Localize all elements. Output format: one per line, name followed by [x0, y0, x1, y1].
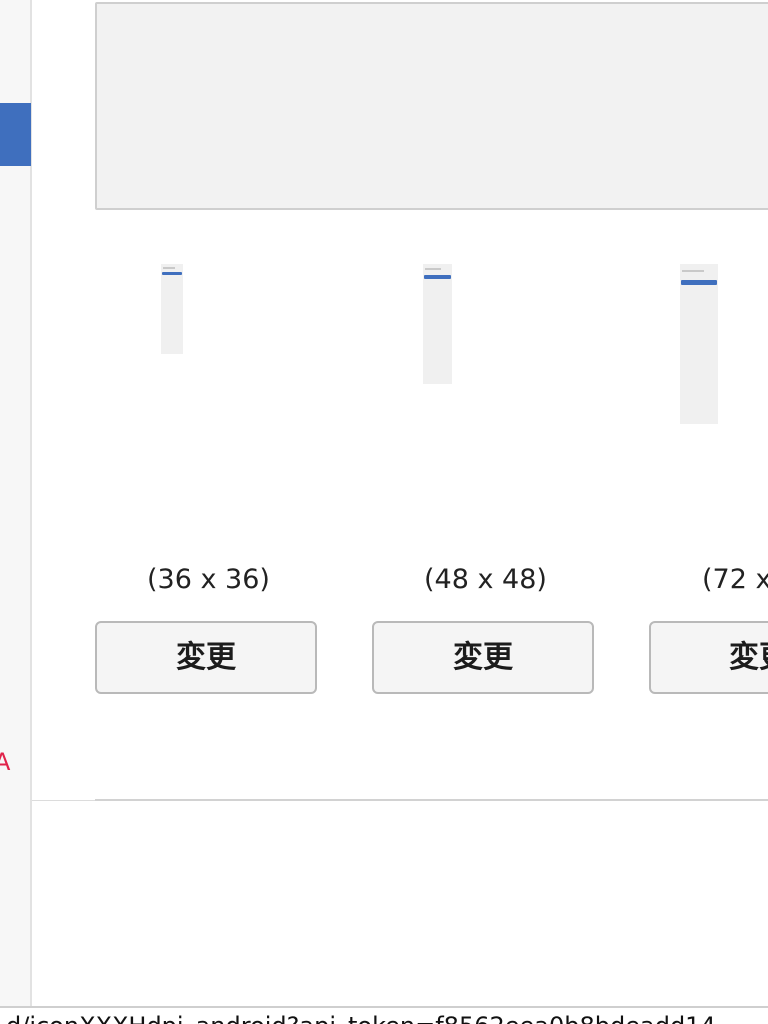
thumbnail-header-bar: [424, 275, 451, 279]
sidebar-partial-mark: A: [0, 748, 11, 776]
icon-thumbnail-48: [423, 264, 452, 384]
section-divider: [95, 799, 768, 801]
thumbnail-text-line: [425, 268, 441, 270]
icon-thumbnail-36: [161, 264, 183, 354]
change-icon-36-button[interactable]: 変更: [95, 621, 317, 694]
icon-thumbnail-72: [680, 264, 718, 424]
icon-size-label-36: (36 x 36): [147, 564, 270, 595]
thumbnail-header-bar: [162, 272, 182, 275]
icon-size-label-48: (48 x 48): [424, 564, 547, 595]
thumbnail-text-line: [163, 267, 175, 269]
icon-size-label-72: (72 x: [702, 564, 768, 595]
change-icon-48-button[interactable]: 変更: [372, 621, 594, 694]
sidebar-active-item[interactable]: [0, 103, 31, 166]
icon-preview-panel: [95, 2, 768, 210]
change-icon-72-button[interactable]: 変更: [649, 621, 768, 694]
sidebar: [0, 0, 32, 1006]
status-bar-url: d/iconXXXHdpi_android?api_token=f8562eea…: [6, 1012, 716, 1024]
status-bar: d/iconXXXHdpi_android?api_token=f8562eea…: [0, 1006, 768, 1024]
thumbnail-text-line: [682, 270, 704, 272]
section-divider-left: [32, 800, 95, 801]
app-icon-settings-page: A (36 x 36) (48 x 48) (72 x 変更 変更 変更 d/i…: [0, 0, 768, 1024]
thumbnail-header-bar: [681, 280, 717, 285]
